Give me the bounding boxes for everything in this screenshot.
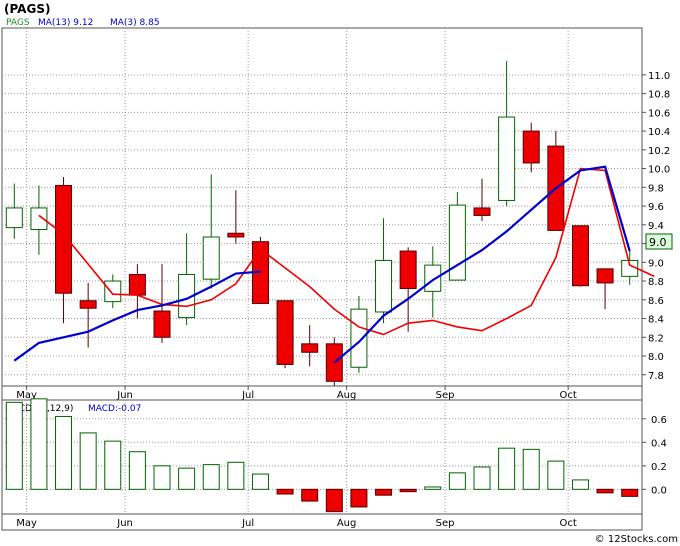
price-y-axis: 7.88.08.28.48.68.89.09.29.49.69.810.010.… xyxy=(642,71,670,382)
candle-down xyxy=(128,273,146,296)
watermark: © 12Stocks.com xyxy=(595,534,678,545)
macd-month-strip xyxy=(1,513,643,531)
price-tick-label: 9.0 xyxy=(648,258,664,269)
candle-down xyxy=(399,250,417,290)
candle-up xyxy=(202,236,220,280)
macd-panel xyxy=(1,399,643,515)
price-tick-label: 10.8 xyxy=(648,90,670,101)
macd-value-label: MACD:-0.07 xyxy=(88,404,141,414)
macd-bar-positive xyxy=(473,466,491,490)
macd-bar-positive xyxy=(30,398,48,490)
price-tick-label: 9.4 xyxy=(648,221,664,232)
candle-down xyxy=(473,207,491,216)
macd-bar-positive xyxy=(153,465,171,490)
current-price-label: 9.0 xyxy=(649,236,667,249)
current-price-badge: 9.0 xyxy=(645,233,673,250)
price-month-label: Jul xyxy=(241,390,254,401)
candle-down xyxy=(153,310,171,338)
macd-bar-positive xyxy=(104,440,122,490)
macd-bar-negative xyxy=(399,488,417,493)
macd-bar-positive xyxy=(128,451,146,490)
macd-bar-negative xyxy=(276,488,294,495)
macd-bar-positive xyxy=(448,472,466,490)
candle-up xyxy=(424,264,442,292)
stock-chart: (PAGS) PAGS MA(13) 9.12 MA(3) 8.85 7.8 8.… xyxy=(1,2,678,545)
candle-up xyxy=(498,116,516,201)
macd-bar-positive xyxy=(5,401,23,490)
candle-down xyxy=(227,232,245,238)
macd-bar-positive xyxy=(424,486,442,490)
candle-down xyxy=(301,343,319,353)
price-tick-label: 9.8 xyxy=(648,183,664,194)
price-tick-label: 8.0 xyxy=(648,352,664,363)
candle-up xyxy=(350,308,368,368)
price-tick-label: 9.6 xyxy=(648,202,664,213)
macd-bar-negative xyxy=(325,488,343,513)
macd-bar-negative xyxy=(596,488,614,494)
price-tick-label: 8.4 xyxy=(648,315,664,326)
macd-bar-negative xyxy=(350,488,368,508)
price-tick-label: 10.2 xyxy=(648,146,670,157)
price-panel xyxy=(1,27,643,387)
price-tick-label: 8.6 xyxy=(648,296,664,307)
price-tick-label: 8.8 xyxy=(648,277,664,288)
candle-down xyxy=(596,268,614,284)
macd-bar-negative xyxy=(621,488,639,497)
macd-bar-positive xyxy=(55,415,73,490)
legend-ticker: PAGS xyxy=(6,18,30,28)
candle-up xyxy=(104,280,122,303)
macd-month-label: Sep xyxy=(436,518,455,529)
price-month-label: Jun xyxy=(116,390,133,401)
candle-up xyxy=(5,207,23,229)
macd-tick-label: 0.4 xyxy=(651,438,667,449)
price-tick-label: 11.0 xyxy=(648,71,670,82)
legend-ma3: MA(3) 8.85 xyxy=(110,18,160,28)
price-tick-label: 8.2 xyxy=(648,333,664,344)
macd-bar-positive xyxy=(251,473,269,490)
candle-down xyxy=(522,130,540,164)
price-tick-label: 10.4 xyxy=(648,127,670,138)
chart-title: (PAGS) xyxy=(4,2,50,16)
candle-up xyxy=(375,259,393,313)
macd-bar-positive xyxy=(178,467,196,490)
price-month-label: Aug xyxy=(337,390,357,401)
candle-down xyxy=(571,225,589,287)
candle-down xyxy=(55,184,73,294)
macd-bar-negative xyxy=(301,488,319,502)
macd-bar-positive xyxy=(202,464,220,490)
month-strip xyxy=(1,385,643,401)
macd-bar-positive xyxy=(79,432,97,490)
price-tick-label: 10.6 xyxy=(648,108,670,119)
macd-month-label: May xyxy=(16,518,37,529)
macd-bar-positive xyxy=(547,460,565,490)
price-month-label: Oct xyxy=(560,390,577,401)
price-month-label: Sep xyxy=(436,390,455,401)
macd-month-label: Jun xyxy=(116,518,133,529)
price-tick-label: 7.8 xyxy=(648,371,664,382)
macd-bar-positive xyxy=(571,479,589,490)
candle-down xyxy=(79,300,97,309)
macd-bar-negative xyxy=(375,488,393,496)
macd-tick-label: 0.6 xyxy=(651,415,667,426)
macd-bar-positive xyxy=(522,448,540,490)
macd-month-label: Oct xyxy=(560,518,577,529)
macd-tick-label: 0.2 xyxy=(651,462,667,473)
macd-bar-positive xyxy=(498,447,516,490)
price-tick-label: 10.0 xyxy=(648,165,670,176)
macd-month-label: Aug xyxy=(337,518,357,529)
legend-ma13: MA(13) 9.12 xyxy=(38,18,93,28)
candle-down xyxy=(276,300,294,365)
macd-tick-label: 0.0 xyxy=(651,485,667,496)
macd-y-axis: 0.0 0.2 0.4 0.6 xyxy=(642,415,667,496)
macd-bar-positive xyxy=(227,461,245,490)
macd-month-label: Jul xyxy=(241,518,254,529)
